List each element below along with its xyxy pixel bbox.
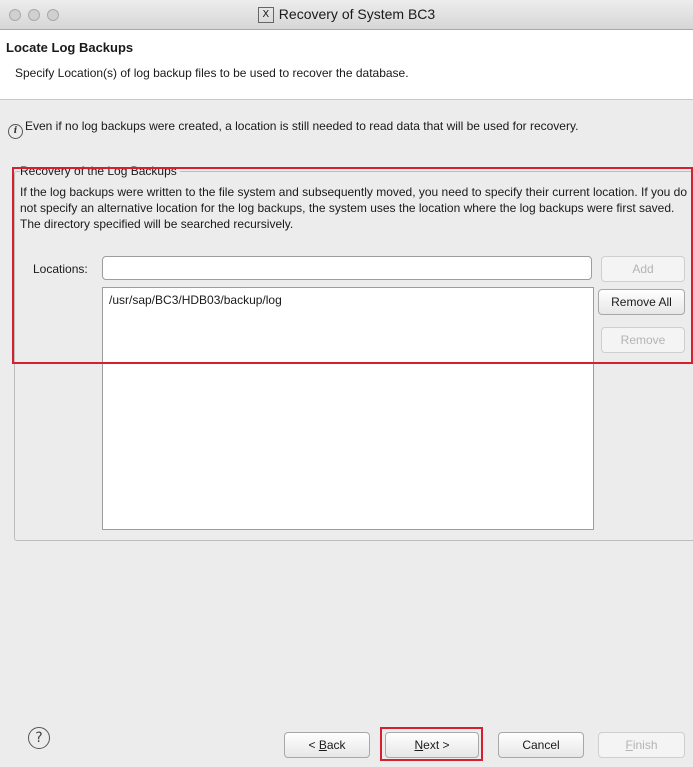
add-button[interactable]: Add xyxy=(601,256,685,282)
back-button[interactable]: < Back xyxy=(284,732,370,758)
x11-icon: X xyxy=(257,7,274,24)
back-label-rest: ack xyxy=(326,738,346,752)
locations-list[interactable]: /usr/sap/BC3/HDB03/backup/log xyxy=(102,287,594,530)
window-titlebar: X Recovery of System BC3 xyxy=(0,0,693,30)
finish-button[interactable]: Finish xyxy=(598,732,685,758)
cancel-button[interactable]: Cancel xyxy=(498,732,584,758)
group-title: Recovery of the Log Backups xyxy=(20,164,180,178)
remove-button[interactable]: Remove xyxy=(601,327,685,353)
remove-all-button[interactable]: Remove All xyxy=(598,289,685,315)
locations-label: Locations: xyxy=(33,262,88,276)
page-title: Locate Log Backups xyxy=(6,40,134,55)
next-button[interactable]: Next > xyxy=(385,732,479,758)
finish-label-accel: F xyxy=(625,738,633,752)
info-message: Even if no log backups were created, a l… xyxy=(25,119,579,133)
next-label-accel: N xyxy=(414,738,424,752)
back-label-accel: B xyxy=(318,738,327,752)
help-icon[interactable]: ? xyxy=(28,727,50,749)
finish-label-rest: inish xyxy=(632,738,658,752)
window-title-area: X Recovery of System BC3 xyxy=(0,6,693,24)
next-label-rest: ext > xyxy=(423,738,450,752)
page-description: Specify Location(s) of log backup files … xyxy=(15,66,409,80)
list-item[interactable]: /usr/sap/BC3/HDB03/backup/log xyxy=(109,293,282,307)
location-input[interactable] xyxy=(102,256,592,280)
window-title: Recovery of System BC3 xyxy=(278,6,436,22)
group-description: If the log backups were written to the f… xyxy=(20,185,688,231)
info-icon: i xyxy=(8,124,23,139)
wizard-header: Locate Log Backups Specify Location(s) o… xyxy=(0,30,693,100)
back-label-prefix: < xyxy=(308,738,319,752)
